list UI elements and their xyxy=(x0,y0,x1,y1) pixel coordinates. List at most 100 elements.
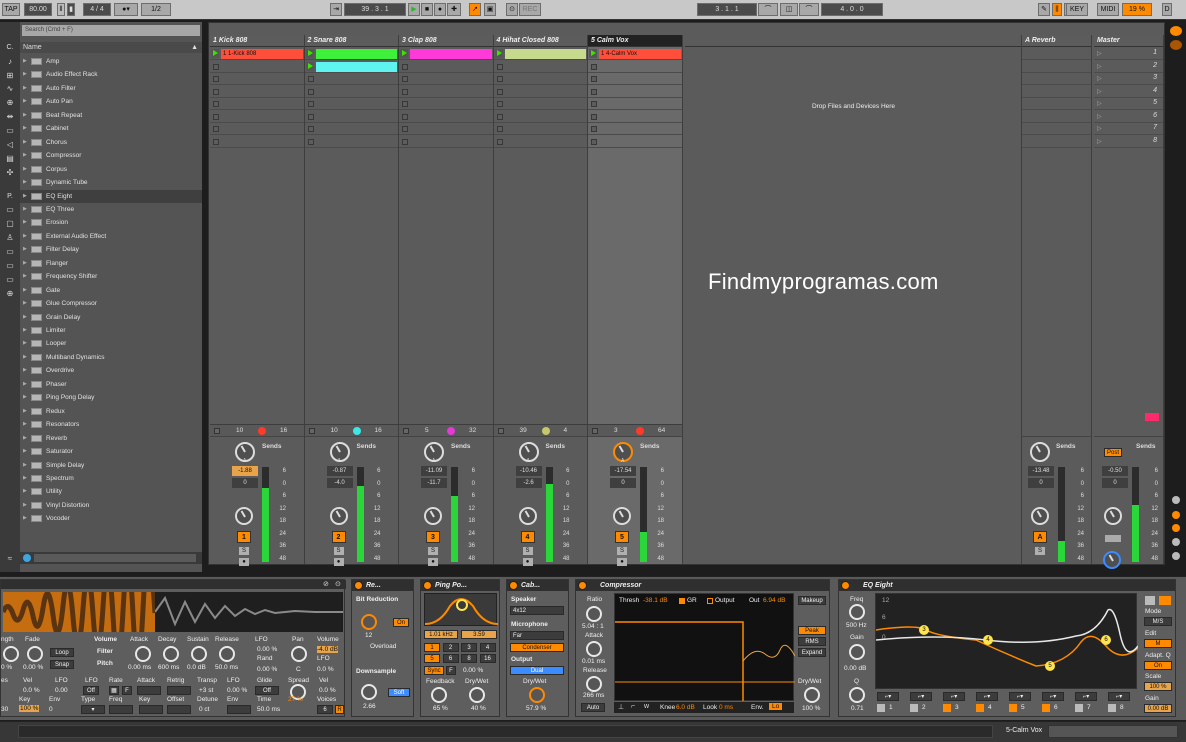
cabinet-title[interactable]: Cab... xyxy=(507,580,568,591)
clip-slot[interactable] xyxy=(588,111,682,123)
punch-out-icon[interactable]: ⌒ xyxy=(799,3,819,16)
thresh-value[interactable]: -38.1 dB xyxy=(643,597,668,604)
loop-start-field[interactable]: 3 . 1 . 1 xyxy=(697,3,757,16)
volume-field[interactable]: -11.09 xyxy=(421,466,447,476)
beat-division-button[interactable]: 6 xyxy=(442,654,459,663)
browser-item[interactable]: ▶ External Audio Effect xyxy=(20,230,202,243)
rec-button[interactable]: REC xyxy=(519,3,541,16)
browser-item[interactable]: ▶ Multiband Dynamics xyxy=(20,351,202,364)
clip-slot[interactable]: 1 1-Kick 808 xyxy=(210,48,304,60)
packs-icon[interactable]: ▭ xyxy=(3,205,17,215)
clip[interactable] xyxy=(315,49,397,59)
clip-launch-icon[interactable] xyxy=(400,49,408,58)
freeze-button[interactable]: F xyxy=(446,666,456,675)
edit-select[interactable]: M xyxy=(1144,639,1172,648)
comp-attack-knob[interactable] xyxy=(586,641,602,657)
eq-filter-type-select[interactable]: ⌐▾ xyxy=(976,692,998,701)
clip-stop-square[interactable] xyxy=(307,113,314,120)
session-record-icon[interactable]: ⊙ xyxy=(506,3,518,16)
scene-launch-icon[interactable]: ▷ xyxy=(1097,75,1102,82)
browser-item[interactable]: ▶ Auto Pan xyxy=(20,95,202,108)
scene-slot[interactable]: ▷ 6 xyxy=(1094,111,1163,123)
pan-field[interactable]: 0 xyxy=(610,478,636,488)
clip-stop-square[interactable] xyxy=(213,113,219,120)
clips-icon[interactable]: ▤ xyxy=(3,154,17,164)
drums-icon[interactable]: ⊞ xyxy=(3,71,17,81)
browser-item[interactable]: ▶ EQ Three xyxy=(20,203,202,216)
scene-launch-icon[interactable]: ▷ xyxy=(1097,88,1102,95)
tempo-field[interactable]: 80.00 xyxy=(24,3,52,16)
eq-band-toggle[interactable] xyxy=(943,704,951,712)
expand-arrow-icon[interactable]: ▶ xyxy=(23,472,27,485)
redux-power-icon[interactable] xyxy=(354,581,363,590)
expand-arrow-icon[interactable]: ▶ xyxy=(23,190,27,203)
attack-knob[interactable] xyxy=(135,646,151,662)
arm-button[interactable]: ● xyxy=(522,558,533,566)
audio-effects-icon[interactable]: ⊕ xyxy=(3,98,17,108)
eq-band-node[interactable]: 3 xyxy=(919,625,929,635)
solo-button[interactable]: S xyxy=(333,547,344,555)
browser-item[interactable]: ▶ Gate xyxy=(20,284,202,297)
clip-slot[interactable] xyxy=(210,111,304,123)
env2-box[interactable] xyxy=(227,705,251,714)
lfo-off-button[interactable]: Off xyxy=(83,686,99,695)
clip-stop-square[interactable] xyxy=(213,88,219,95)
solo-button[interactable]: S xyxy=(617,547,627,555)
track-header[interactable]: 4 Hihat Closed 808 xyxy=(493,35,587,47)
eq-band-node[interactable]: 4 xyxy=(983,635,993,645)
add-folder-icon[interactable]: ⊕ xyxy=(3,289,17,299)
expand-arrow-icon[interactable]: ▶ xyxy=(23,109,27,122)
track-delay-toggle[interactable] xyxy=(1172,552,1180,560)
arm-square[interactable] xyxy=(308,428,315,434)
snap-button[interactable]: Snap xyxy=(50,660,74,669)
clip-stop-square[interactable] xyxy=(213,63,219,70)
track-activator[interactable]: 3 xyxy=(426,531,440,543)
midi-map-button[interactable]: MIDI xyxy=(1097,3,1119,16)
expand-arrow-icon[interactable]: ▶ xyxy=(23,176,27,189)
expand-arrow-icon[interactable]: ▶ xyxy=(23,432,27,445)
clip-stop-square[interactable] xyxy=(591,88,597,95)
comp-release-knob[interactable] xyxy=(586,676,602,692)
freq-box[interactable] xyxy=(109,705,133,714)
sounds-icon[interactable]: ♪ xyxy=(3,57,17,67)
clip-slot[interactable] xyxy=(399,98,493,110)
clip-slot[interactable] xyxy=(493,111,587,123)
clip-slot[interactable]: 1 4-Calm Vox xyxy=(588,48,682,60)
return-clip-slot[interactable] xyxy=(1022,48,1091,60)
knee-icon-3[interactable]: w xyxy=(644,703,649,710)
scene-slot[interactable]: ▷ 2 xyxy=(1094,61,1163,73)
expand-arrow-icon[interactable]: ▶ xyxy=(23,311,27,324)
expand-arrow-icon[interactable]: ▶ xyxy=(23,257,27,270)
eq-band-toggle[interactable] xyxy=(877,704,885,712)
track-activator[interactable]: 2 xyxy=(331,531,346,543)
knee-icon-1[interactable]: ⊥ xyxy=(618,703,624,711)
mixer-toggle[interactable] xyxy=(1172,524,1180,532)
instruments-icon[interactable]: ∿ xyxy=(3,84,17,94)
release-knob[interactable] xyxy=(219,646,235,662)
crossfader-toggle[interactable] xyxy=(1172,538,1180,546)
clip-stop-square[interactable] xyxy=(402,101,408,107)
browser-item[interactable]: ▶ Vocoder xyxy=(20,512,202,525)
track-header[interactable]: 1 Kick 808 xyxy=(210,35,304,47)
return-clip-slot[interactable] xyxy=(1022,136,1091,148)
cabinet-power-icon[interactable] xyxy=(509,581,518,590)
eq-band-toggle[interactable] xyxy=(1075,704,1083,712)
clip-slot[interactable] xyxy=(493,136,587,148)
clip-stop-square[interactable] xyxy=(402,126,408,132)
filter-q[interactable]: 3.59 xyxy=(461,630,497,639)
clip-stop-square[interactable] xyxy=(496,63,503,70)
output-toggle[interactable] xyxy=(707,598,713,604)
master-pan-knob[interactable] xyxy=(1104,507,1122,525)
clip-slot[interactable] xyxy=(493,73,587,85)
expand-arrow-icon[interactable]: ▶ xyxy=(23,122,27,135)
current-project-icon[interactable]: ♙ xyxy=(3,233,17,243)
clip-slot[interactable] xyxy=(493,86,587,98)
eq-q-knob[interactable] xyxy=(849,687,865,703)
clip-stop-square[interactable] xyxy=(213,101,219,107)
metro-icon[interactable]: ▮ xyxy=(67,3,75,16)
browser-item[interactable]: ▶ Phaser xyxy=(20,378,202,391)
clip-slot[interactable] xyxy=(493,61,587,73)
plugins-icon[interactable]: ◁ xyxy=(3,140,17,150)
return-clip-slot[interactable] xyxy=(1022,98,1091,110)
browser-item[interactable]: ▶ Beat Repeat xyxy=(20,109,202,122)
